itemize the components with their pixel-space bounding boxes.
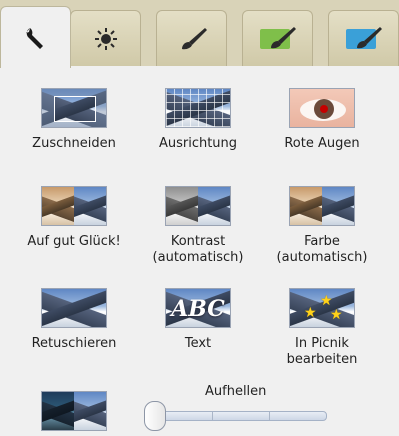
- star-icon: ★: [330, 307, 343, 323]
- tab-effects[interactable]: [70, 10, 141, 66]
- brush-blue-icon: [344, 25, 384, 53]
- auto-color-label: Farbe (automatisch): [276, 234, 368, 265]
- before-half: [166, 187, 198, 225]
- retouch-tool[interactable]: Retuschieren: [14, 288, 134, 352]
- after-half: [322, 187, 354, 225]
- after-half: [198, 187, 230, 225]
- tools-grid: Zuschneiden Ausrichtung Rote Augen Auf g…: [0, 66, 399, 436]
- text-label: Text: [184, 336, 212, 351]
- brighten-label: Aufhellen: [205, 384, 267, 399]
- edit-panel: Zuschneiden Ausrichtung Rote Augen Auf g…: [0, 0, 399, 436]
- slider-track[interactable]: [155, 411, 327, 421]
- auto-contrast-thumbnail: [165, 186, 231, 226]
- text-tool[interactable]: ABC Text: [138, 288, 258, 352]
- slider-tick: [269, 412, 270, 420]
- slider-tick: [212, 412, 213, 420]
- grid-overlay-icon: [166, 89, 230, 127]
- tab-paint-green[interactable]: [242, 10, 313, 66]
- after-half: [74, 392, 106, 430]
- before-half: [42, 187, 74, 225]
- wrench-icon: [23, 25, 49, 51]
- straighten-label: Ausrichtung: [158, 136, 238, 151]
- picnik-thumbnail: ★ ★ ★: [289, 288, 355, 328]
- auto-color-thumbnail: [289, 186, 355, 226]
- auto-contrast-label: Kontrast (automatisch): [152, 234, 244, 265]
- tab-paint[interactable]: [156, 10, 227, 66]
- slider-handle[interactable]: [144, 401, 166, 431]
- lucky-tool[interactable]: Auf gut Glück!: [14, 186, 134, 250]
- red-eye-thumbnail: [289, 88, 355, 128]
- crop-tool[interactable]: Zuschneiden: [14, 88, 134, 152]
- retouch-thumbnail: [41, 288, 107, 328]
- auto-color-tool[interactable]: Farbe (automatisch): [262, 186, 382, 266]
- text-thumbnail: ABC: [165, 288, 231, 328]
- crop-label: Zuschneiden: [32, 136, 116, 151]
- abc-text-icon: ABC: [171, 296, 225, 322]
- after-half: [74, 187, 106, 225]
- auto-contrast-tool[interactable]: Kontrast (automatisch): [138, 186, 258, 266]
- lucky-label: Auf gut Glück!: [27, 234, 121, 249]
- red-eye-label: Rote Augen: [284, 136, 360, 151]
- red-eye-tool[interactable]: Rote Augen: [262, 88, 382, 152]
- retouch-label: Retuschieren: [31, 336, 117, 351]
- before-half: [290, 187, 322, 225]
- sun-icon: [94, 27, 118, 51]
- lucky-thumbnail: [41, 186, 107, 226]
- red-pupil-icon: [320, 105, 328, 113]
- straighten-tool[interactable]: Ausrichtung: [138, 88, 258, 152]
- brighten-thumbnail: [41, 391, 107, 431]
- star-icon: ★: [304, 305, 317, 321]
- tab-bar: [0, 0, 399, 68]
- crop-thumbnail: [41, 88, 107, 128]
- picnik-tool[interactable]: ★ ★ ★ In Picnik bearbeiten: [262, 288, 382, 368]
- before-half: [42, 392, 74, 430]
- brush-green-icon: [258, 25, 298, 53]
- crop-frame-icon: [54, 96, 96, 122]
- brush-icon: [175, 26, 209, 52]
- straighten-thumbnail: [165, 88, 231, 128]
- brighten-tool[interactable]: [14, 391, 134, 431]
- tab-wrench[interactable]: [0, 6, 71, 68]
- picnik-label: In Picnik bearbeiten: [286, 336, 358, 367]
- tab-paint-blue[interactable]: [328, 10, 399, 66]
